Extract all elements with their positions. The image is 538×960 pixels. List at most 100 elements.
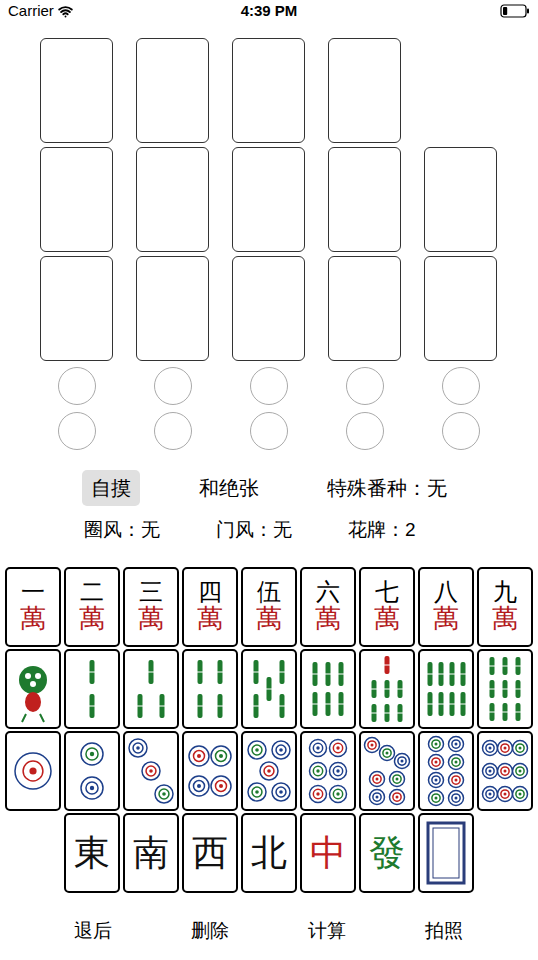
- bamboo-tile[interactable]: [418, 649, 474, 729]
- bamboo-icon: [303, 652, 353, 726]
- tile-row: [0, 731, 538, 811]
- dots-icon: [67, 734, 117, 808]
- bamboo-icon: [362, 652, 412, 726]
- dot-tile[interactable]: [477, 731, 533, 811]
- dot-tile[interactable]: [5, 731, 61, 811]
- setting-button[interactable]: 门风：无: [216, 514, 292, 547]
- tile-slot[interactable]: [328, 256, 401, 361]
- dot-tile[interactable]: [123, 731, 179, 811]
- dot-tile[interactable]: [182, 731, 238, 811]
- flower-slot[interactable]: [154, 367, 192, 405]
- character-tile[interactable]: 一萬: [5, 567, 61, 647]
- options-row: 自摸 和绝张 特殊番种：无: [0, 470, 538, 506]
- flower-slot[interactable]: [58, 412, 96, 450]
- flower-slot[interactable]: [58, 367, 96, 405]
- bamboo-icon: [244, 652, 294, 726]
- bamboo-tile[interactable]: [477, 649, 533, 729]
- tile-slot[interactable]: [136, 256, 209, 361]
- bamboo-tile[interactable]: [359, 649, 415, 729]
- flower-slot[interactable]: [346, 412, 384, 450]
- bamboo-icon: [480, 652, 530, 726]
- character-tile[interactable]: 二萬: [64, 567, 120, 647]
- dot-tile[interactable]: [64, 731, 120, 811]
- action-button[interactable]: 拍照: [385, 913, 502, 950]
- settings-row: 圈风：无 门风：无 花牌：2: [0, 514, 538, 547]
- tile-row: [0, 649, 538, 729]
- honor-tile[interactable]: 北: [241, 813, 297, 893]
- flower-slot[interactable]: [250, 412, 288, 450]
- bamboo-icon: [67, 652, 117, 726]
- bamboo-tile[interactable]: [241, 649, 297, 729]
- frame-icon: [426, 821, 466, 885]
- app: Carrier 4:39 PM 自摸 和绝张 特殊番种：无圈风：无 门风：无 花牌：2 一萬二…: [0, 0, 538, 960]
- honor-tile[interactable]: 西: [182, 813, 238, 893]
- flower-row: [40, 367, 538, 405]
- character-tile[interactable]: 四萬: [182, 567, 238, 647]
- tile-row: 一萬二萬三萬四萬伍萬六萬七萬八萬九萬: [0, 567, 538, 647]
- option-button[interactable]: 特殊番种：无: [318, 470, 456, 506]
- setting-button[interactable]: 圈风：无: [84, 514, 160, 547]
- honor-tile[interactable]: 東: [64, 813, 120, 893]
- dots-icon: [480, 734, 530, 808]
- tile-slot[interactable]: [40, 147, 113, 252]
- bamboo-tile[interactable]: [64, 649, 120, 729]
- flower-row: [40, 412, 538, 450]
- dot-tile[interactable]: [241, 731, 297, 811]
- dots-icon: [421, 734, 471, 808]
- dots-icon: [8, 734, 58, 808]
- setting-button[interactable]: 花牌：2: [348, 514, 416, 547]
- character-tile[interactable]: 六萬: [300, 567, 356, 647]
- flower-area: [0, 367, 538, 450]
- flower-slot[interactable]: [154, 412, 192, 450]
- flower-slot[interactable]: [442, 367, 480, 405]
- tile-slot[interactable]: [136, 147, 209, 252]
- character-tile[interactable]: 三萬: [123, 567, 179, 647]
- white-dragon-tile[interactable]: [418, 813, 474, 893]
- option-button[interactable]: 自摸: [82, 470, 140, 506]
- bamboo-tile[interactable]: [123, 649, 179, 729]
- hand-row: [40, 256, 538, 361]
- tile-slot[interactable]: [136, 38, 209, 143]
- option-button[interactable]: 和绝张: [190, 470, 268, 506]
- bamboo-icon: [126, 652, 176, 726]
- tile-slot[interactable]: [328, 147, 401, 252]
- action-button[interactable]: 删除: [151, 913, 268, 950]
- character-tile[interactable]: 伍萬: [241, 567, 297, 647]
- honor-tile[interactable]: 南: [123, 813, 179, 893]
- battery-icon: [500, 4, 530, 18]
- flower-slot[interactable]: [250, 367, 288, 405]
- tile-slot[interactable]: [424, 147, 497, 252]
- bamboo-tile[interactable]: [5, 649, 61, 729]
- tile-slot[interactable]: [424, 256, 497, 361]
- action-button[interactable]: 退后: [34, 913, 151, 950]
- character-tile[interactable]: 七萬: [359, 567, 415, 647]
- carrier: Carrier: [8, 0, 54, 22]
- honor-tile[interactable]: 中: [300, 813, 356, 893]
- status-bar: Carrier 4:39 PM: [0, 0, 538, 22]
- tile-slot[interactable]: [232, 38, 305, 143]
- character-tile[interactable]: 九萬: [477, 567, 533, 647]
- flower-slot[interactable]: [442, 412, 480, 450]
- bamboo-tile[interactable]: [182, 649, 238, 729]
- action-bar: 退后删除计算拍照: [0, 913, 538, 950]
- tile-slot[interactable]: [40, 38, 113, 143]
- hand-row: [40, 147, 538, 252]
- character-tile[interactable]: 八萬: [418, 567, 474, 647]
- dots-icon: [244, 734, 294, 808]
- time: 4:39 PM: [241, 0, 298, 22]
- tile-slot[interactable]: [328, 38, 401, 143]
- dots-icon: [362, 734, 412, 808]
- bamboo-tile[interactable]: [300, 649, 356, 729]
- bamboo-icon: [421, 652, 471, 726]
- dot-tile[interactable]: [359, 731, 415, 811]
- tile-slot[interactable]: [40, 256, 113, 361]
- dot-tile[interactable]: [418, 731, 474, 811]
- tile-slot[interactable]: [232, 147, 305, 252]
- action-button[interactable]: 计算: [268, 913, 385, 950]
- honor-tile[interactable]: 發: [359, 813, 415, 893]
- tile-slot[interactable]: [232, 256, 305, 361]
- dots-icon: [126, 734, 176, 808]
- wifi-icon: [58, 4, 73, 19]
- flower-slot[interactable]: [346, 367, 384, 405]
- dot-tile[interactable]: [300, 731, 356, 811]
